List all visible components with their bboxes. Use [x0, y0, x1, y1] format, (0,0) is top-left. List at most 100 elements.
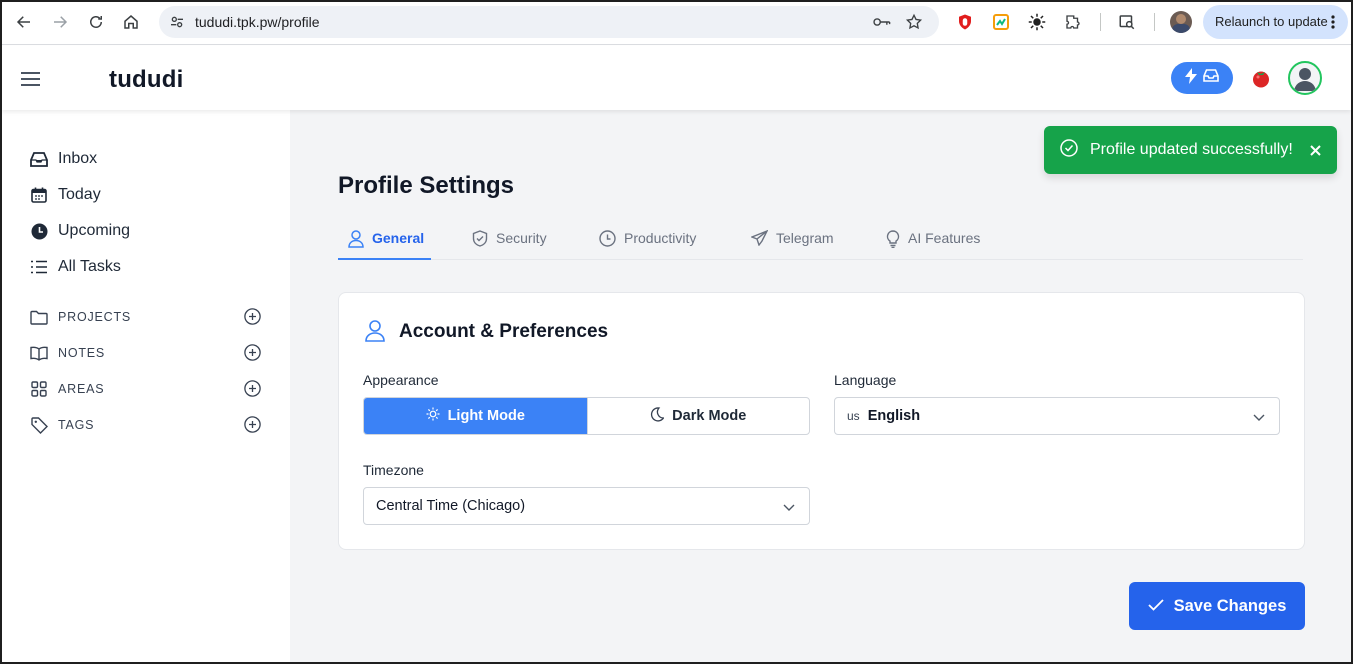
sidebar-item-label: Upcoming — [58, 222, 131, 239]
list-icon — [30, 258, 48, 276]
back-icon[interactable] — [13, 11, 35, 33]
tab-label: Telegram — [776, 230, 834, 246]
relaunch-button[interactable]: Relaunch to update — [1203, 5, 1348, 39]
page-title: Profile Settings — [338, 172, 515, 199]
check-circle-icon — [1060, 138, 1078, 162]
light-mode-button[interactable]: Light Mode — [364, 398, 587, 434]
sidebar-item-label: Today — [58, 186, 101, 203]
tomato-timer-icon[interactable] — [1251, 68, 1271, 93]
forward-icon[interactable] — [49, 11, 71, 33]
red-shield-extension-icon[interactable] — [955, 12, 975, 32]
search-tab-icon[interactable] — [1117, 12, 1137, 32]
dark-mode-label: Dark Mode — [672, 408, 747, 424]
close-icon[interactable] — [1307, 142, 1323, 158]
password-key-icon[interactable] — [873, 14, 891, 35]
tab-security[interactable]: Security — [472, 228, 547, 260]
sidebar: Inbox Today Upcoming All Tasks PROJECTS … — [2, 110, 290, 662]
url-text[interactable]: tududi.tpk.pw/profile — [195, 14, 320, 30]
tab-telegram[interactable]: Telegram — [750, 228, 834, 260]
book-icon — [30, 344, 48, 362]
sidebar-item-inbox[interactable]: Inbox — [30, 147, 97, 171]
calendar-icon — [30, 186, 48, 204]
sidebar-section-label: TAGS — [58, 418, 95, 432]
sidebar-item-label: All Tasks — [58, 258, 121, 275]
card-title: Account & Preferences — [399, 321, 609, 342]
active-tab-indicator — [338, 258, 431, 260]
main-content: Profile Settings General Security Produc… — [290, 110, 1351, 662]
inbox-tray-icon — [1203, 69, 1219, 87]
address-bar[interactable]: tududi.tpk.pw/profile — [159, 6, 939, 38]
tab-label: Productivity — [624, 230, 697, 246]
sidebar-item-upcoming[interactable]: Upcoming — [30, 219, 130, 243]
timezone-label: Timezone — [363, 462, 424, 478]
language-select[interactable]: us English — [834, 397, 1280, 435]
tab-productivity[interactable]: Productivity — [599, 228, 696, 260]
home-icon[interactable] — [120, 11, 142, 33]
sidebar-item-today[interactable]: Today — [30, 183, 101, 207]
tab-label: Security — [496, 230, 547, 246]
success-toast: Profile updated successfully! — [1044, 126, 1337, 174]
sidebar-item-label: Inbox — [58, 150, 98, 167]
more-vert-icon[interactable] — [1331, 15, 1335, 32]
sidebar-item-all-tasks[interactable]: All Tasks — [30, 255, 121, 279]
hamburger-menu-icon[interactable] — [21, 72, 40, 91]
language-value: English — [867, 408, 921, 424]
profile-photo-avatar[interactable] — [1170, 11, 1192, 33]
relaunch-label: Relaunch to update — [1215, 14, 1328, 29]
extensions-icon[interactable] — [1063, 12, 1083, 32]
sidebar-section-projects[interactable]: PROJECTS — [30, 305, 131, 329]
user-icon — [348, 230, 364, 251]
timezone-select[interactable]: Central Time (Chicago) — [363, 487, 810, 525]
toast-message: Profile updated successfully! — [1090, 141, 1293, 158]
profile-tabs: General Security Productivity Telegram A… — [338, 228, 1303, 260]
clock-icon — [30, 222, 48, 240]
user-avatar[interactable] — [1288, 61, 1322, 95]
toolbar-divider — [1154, 13, 1155, 31]
appearance-label: Appearance — [363, 372, 439, 388]
browser-toolbar: tududi.tpk.pw/profile Relaunch to update — [0, 0, 1353, 45]
lightning-icon — [1185, 67, 1197, 89]
check-icon — [1147, 597, 1164, 616]
paper-plane-icon — [750, 229, 769, 249]
light-mode-label: Light Mode — [447, 408, 525, 424]
colorful-extension-icon[interactable] — [991, 12, 1011, 32]
add-project-button[interactable] — [242, 306, 262, 326]
inbox-icon — [30, 150, 48, 168]
toolbar-divider — [1100, 13, 1101, 31]
save-changes-button[interactable]: Save Changes — [1129, 582, 1305, 630]
appearance-toggle: Light Mode Dark Mode — [363, 397, 810, 435]
chevron-down-icon — [783, 500, 795, 516]
shield-icon — [472, 230, 488, 250]
tab-general[interactable]: General — [348, 228, 424, 260]
folder-icon — [30, 308, 48, 326]
grid-icon — [30, 380, 48, 398]
sidebar-section-label: PROJECTS — [58, 310, 132, 324]
dark-mode-button[interactable]: Dark Mode — [586, 398, 810, 434]
timezone-value: Central Time (Chicago) — [376, 498, 526, 514]
sidebar-section-label: NOTES — [58, 346, 106, 360]
add-tag-button[interactable] — [242, 414, 262, 434]
tab-label: General — [372, 230, 425, 246]
user-icon — [365, 320, 385, 347]
clock-icon — [599, 230, 616, 250]
tab-label: AI Features — [908, 230, 981, 246]
lightbulb-icon — [886, 230, 900, 251]
sidebar-section-tags[interactable]: TAGS — [30, 413, 94, 437]
us-flag-code: us — [847, 409, 860, 423]
add-note-button[interactable] — [242, 342, 262, 362]
sidebar-section-notes[interactable]: NOTES — [30, 341, 105, 365]
add-area-button[interactable] — [242, 378, 262, 398]
site-settings-icon[interactable] — [169, 14, 185, 35]
chevron-down-icon — [1253, 410, 1265, 426]
app-logo[interactable]: tududi — [109, 66, 184, 94]
bookmark-star-icon[interactable] — [905, 13, 923, 36]
reload-icon[interactable] — [85, 11, 107, 33]
language-label: Language — [834, 372, 897, 388]
sidebar-section-label: AREAS — [58, 382, 105, 396]
save-changes-label: Save Changes — [1173, 596, 1287, 615]
tab-ai-features[interactable]: AI Features — [886, 228, 980, 260]
quick-capture-button[interactable] — [1171, 62, 1233, 94]
sidebar-section-areas[interactable]: AREAS — [30, 377, 104, 401]
sun-extension-icon[interactable] — [1027, 12, 1047, 32]
moon-icon — [650, 406, 665, 426]
